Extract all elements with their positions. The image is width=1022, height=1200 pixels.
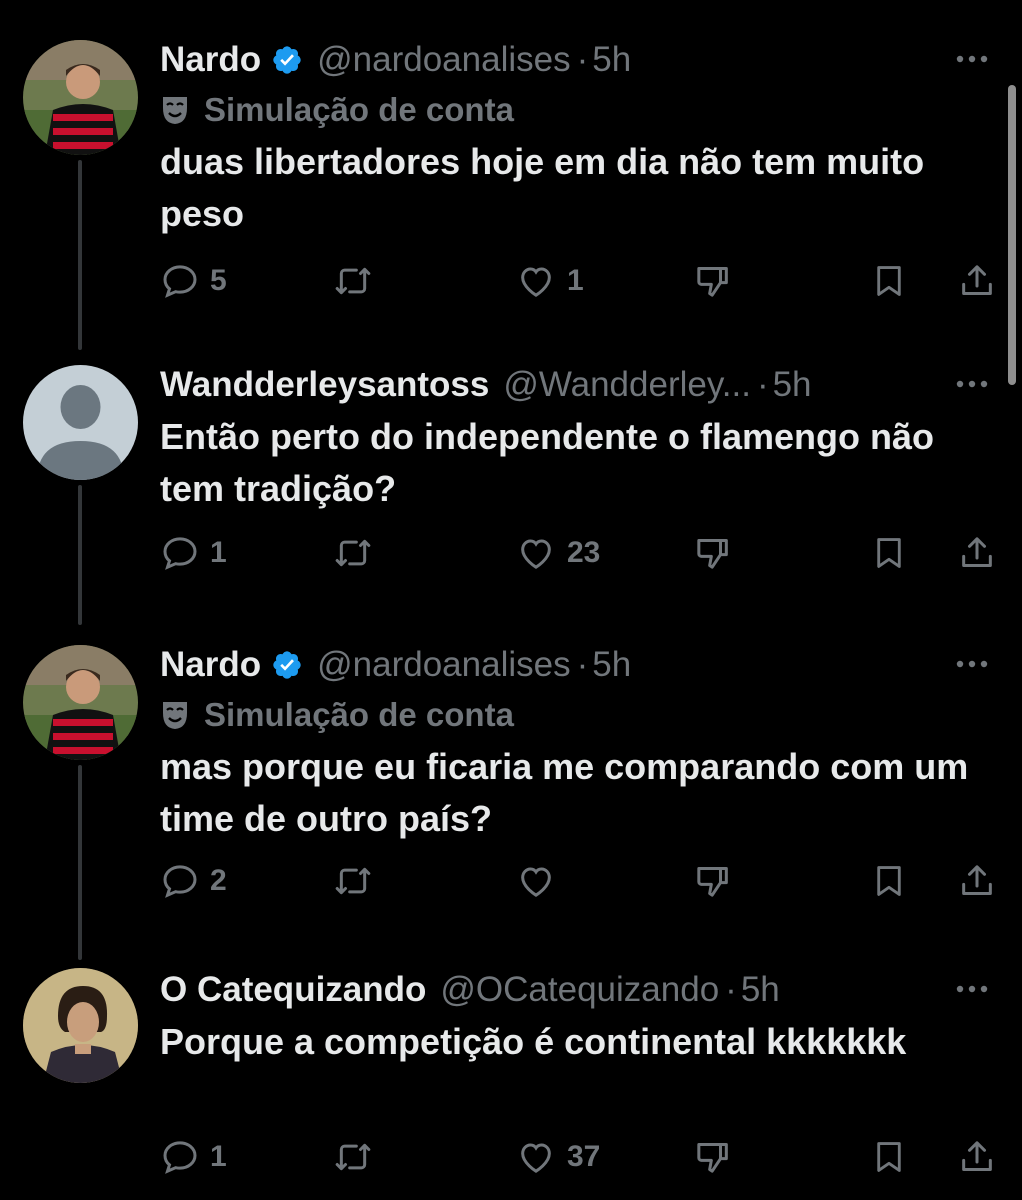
verified-badge-icon: [271, 649, 303, 681]
bookmark-button[interactable]: [870, 261, 908, 301]
separator-dot: ·: [756, 365, 769, 404]
timestamp[interactable]: 5h: [592, 645, 631, 685]
dislike-button[interactable]: [693, 261, 733, 301]
simulation-text: Simulação de conta: [204, 696, 514, 733]
separator-dot: ·: [576, 40, 589, 79]
display-name[interactable]: O Catequizando: [160, 970, 426, 1010]
verified-badge-icon: [271, 44, 303, 76]
reply-button[interactable]: 1: [160, 533, 227, 573]
dislike-button[interactable]: [693, 861, 733, 901]
like-button[interactable]: [515, 861, 567, 901]
reply-count: 2: [210, 864, 227, 897]
more-icon[interactable]: [952, 974, 992, 1004]
share-button[interactable]: [957, 261, 997, 301]
tweet-text: Porque a competição é continental kkkkkk…: [160, 1021, 907, 1062]
like-count: 1: [567, 264, 584, 297]
reply-thread: Nardo @nardoanalises · 5h Simulação de c…: [0, 0, 1022, 1200]
avatar[interactable]: [23, 968, 138, 1083]
retweet-button[interactable]: [332, 1137, 384, 1177]
theater-mask-icon: [160, 699, 190, 731]
more-icon[interactable]: [952, 44, 992, 74]
reply-button[interactable]: 2: [160, 861, 227, 901]
like-button[interactable]: 1: [515, 261, 584, 301]
tweet-actions: 1 23: [160, 528, 994, 578]
tweet-text: Então perto do independente o flamengo n…: [160, 416, 935, 509]
avatar[interactable]: [23, 40, 138, 155]
like-count: 23: [567, 536, 601, 569]
reply-count: 5: [210, 264, 227, 297]
tweet-actions: 5 1: [160, 256, 994, 306]
reply-button[interactable]: 5: [160, 261, 227, 301]
user-handle[interactable]: @nardoanalises: [317, 645, 570, 685]
user-handle[interactable]: @nardoanalises: [317, 40, 570, 80]
tweet-actions: 1 37: [160, 1132, 994, 1182]
display-name[interactable]: Nardo: [160, 645, 261, 685]
tweet-text: mas porque eu ficaria me comparando com …: [160, 746, 969, 839]
share-button[interactable]: [957, 533, 997, 573]
bookmark-button[interactable]: [870, 861, 908, 901]
tweet-actions: 2: [160, 856, 994, 906]
tweet[interactable]: O Catequizando @OCatequizando · 5h Porqu…: [0, 950, 1022, 1200]
avatar[interactable]: [23, 365, 138, 480]
timestamp[interactable]: 5h: [592, 40, 631, 80]
simulation-text: Simulação de conta: [204, 91, 514, 128]
bookmark-button[interactable]: [870, 533, 908, 573]
account-simulation-label: Simulação de conta: [160, 689, 992, 741]
tweet-text: duas libertadores hoje em dia não tem mu…: [160, 141, 925, 234]
retweet-button[interactable]: [332, 533, 384, 573]
share-button[interactable]: [957, 861, 997, 901]
dislike-button[interactable]: [693, 533, 733, 573]
reply-count: 1: [210, 536, 227, 569]
separator-dot: ·: [576, 645, 589, 684]
display-name[interactable]: Wandderleysantoss: [160, 365, 489, 405]
more-icon[interactable]: [952, 649, 992, 679]
tweet[interactable]: Nardo @nardoanalises · 5h Simulação de c…: [0, 625, 1022, 945]
tweet[interactable]: Wandderleysantoss @Wandderley... · 5h En…: [0, 345, 1022, 625]
share-button[interactable]: [957, 1137, 997, 1177]
reply-button[interactable]: 1: [160, 1137, 227, 1177]
bookmark-button[interactable]: [870, 1137, 908, 1177]
tweet[interactable]: Nardo @nardoanalises · 5h Simulação de c…: [0, 20, 1022, 340]
account-simulation-label: Simulação de conta: [160, 84, 992, 136]
avatar[interactable]: [23, 645, 138, 760]
retweet-button[interactable]: [332, 861, 384, 901]
like-count: 37: [567, 1140, 601, 1173]
separator-dot: ·: [725, 970, 737, 1009]
timestamp[interactable]: 5h: [741, 970, 780, 1010]
reply-count: 1: [210, 1140, 227, 1173]
like-button[interactable]: 37: [515, 1137, 600, 1177]
user-handle[interactable]: @Wandderley...: [503, 365, 751, 405]
like-button[interactable]: 23: [515, 533, 600, 573]
dislike-button[interactable]: [693, 1137, 733, 1177]
more-icon[interactable]: [952, 369, 992, 399]
timestamp[interactable]: 5h: [773, 365, 812, 405]
user-handle[interactable]: @OCatequizando: [440, 970, 719, 1010]
display-name[interactable]: Nardo: [160, 40, 261, 80]
theater-mask-icon: [160, 94, 190, 126]
retweet-button[interactable]: [332, 261, 384, 301]
